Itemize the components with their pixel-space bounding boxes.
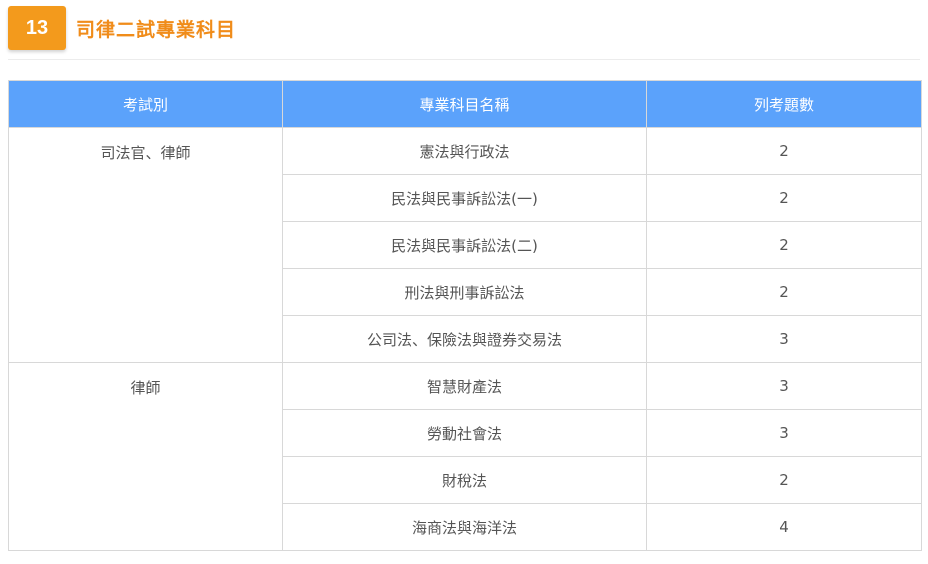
column-header-exam: 考試別 (8, 80, 283, 128)
count-cell: 2 (646, 456, 922, 504)
exam-type-cell: 律師 (8, 362, 283, 551)
count-cell: 3 (646, 315, 922, 363)
subject-cell: 憲法與行政法 (282, 127, 647, 175)
count-cell: 3 (646, 362, 922, 410)
table-header-row: 考試別 專業科目名稱 列考題數 (8, 80, 922, 128)
column-header-subject: 專業科目名稱 (282, 80, 647, 128)
count-cell: 2 (646, 221, 922, 269)
section-title: 司律二試專業科目 (76, 18, 237, 41)
exam-type-cell: 司法官、律師 (8, 127, 283, 363)
subject-cell: 公司法、保險法與證券交易法 (282, 315, 647, 363)
table-row: 律師 智慧財產法 3 (8, 362, 922, 551)
header-divider (8, 59, 920, 60)
subject-cell: 財稅法 (282, 456, 647, 504)
count-cell: 2 (646, 268, 922, 316)
subjects-table: 考試別 專業科目名稱 列考題數 司法官、律師 憲法與行政法 2 民法與民事訴訟法… (8, 80, 922, 551)
count-cell: 3 (646, 409, 922, 457)
table-row: 司法官、律師 憲法與行政法 2 (8, 127, 922, 363)
section-number-badge: 13 (8, 6, 66, 50)
count-cell: 2 (646, 127, 922, 175)
count-cell: 2 (646, 174, 922, 222)
subject-cell: 刑法與刑事訴訟法 (282, 268, 647, 316)
subject-cell: 勞動社會法 (282, 409, 647, 457)
subject-cell: 民法與民事訴訟法(一) (282, 174, 647, 222)
subject-cell: 智慧財產法 (282, 362, 647, 410)
subject-cell: 民法與民事訴訟法(二) (282, 221, 647, 269)
column-header-count: 列考題數 (646, 80, 922, 128)
subject-cell: 海商法與海洋法 (282, 503, 647, 551)
section-header: 13 司律二試專業科目 (8, 6, 236, 50)
count-cell: 4 (646, 503, 922, 551)
